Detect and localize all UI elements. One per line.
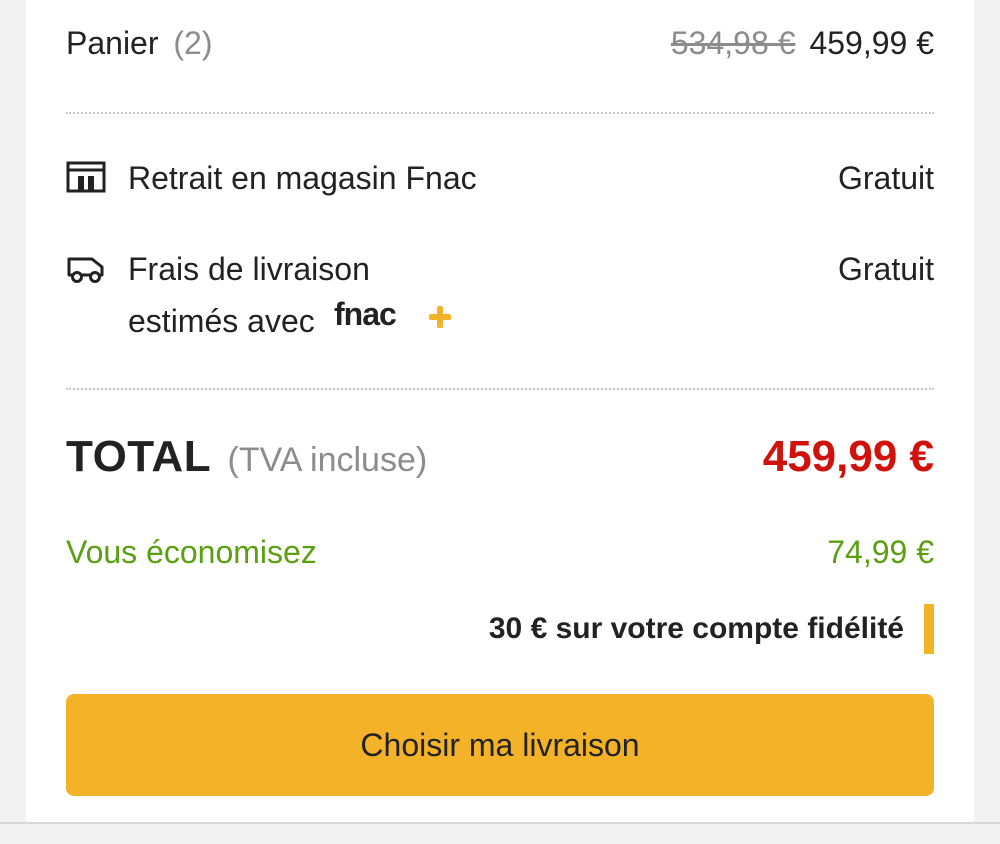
cart-price: 459,99 € [809,25,934,61]
cart-price-group: 534,98 € 459,99 € [671,17,934,69]
cart-label: Panier [66,25,159,61]
cart-label-group: Panier (2) [66,17,213,69]
delivery-value: Gratuit [837,251,934,287]
delivery-row: Frais de livraison estimés avec fnac Gra… [66,243,934,347]
cart-old-price: 534,98 € [670,25,796,61]
pickup-value: Gratuit [837,160,934,196]
pickup-label: Retrait en magasin Fnac [128,160,477,196]
savings-row: Vous économisez 74,99 € [66,526,934,578]
total-row: TOTAL (TVA incluse) 459,99 € [66,426,934,488]
choose-delivery-button[interactable]: Choisir ma livraison [66,694,934,796]
cart-row: Panier (2) 534,98 € 459,99 € [66,17,934,69]
bottom-divider [0,822,1000,824]
total-label: TOTAL [66,432,212,481]
total-tax-note: (TVA incluse) [227,441,428,479]
separator [66,388,934,390]
delivery-label-text: estimés avec [128,303,315,339]
cart-count: (2) [173,25,213,61]
delivery-label: Frais de livraison estimés avec fnac [128,243,458,347]
separator [66,112,934,114]
pickup-row: Retrait en magasin Fnac Gratuit [66,152,934,204]
pickup-label-group: Retrait en magasin Fnac [66,152,477,204]
loyalty-accent-bar [924,604,934,654]
order-summary-card: Panier (2) 534,98 € 459,99 € Retrait en m… [26,0,974,822]
truck-icon [66,243,108,347]
delivery-label-group: Frais de livraison estimés avec fnac [66,243,458,347]
loyalty-text: 30 € sur votre compte fidélité [488,612,904,645]
store-icon [66,152,108,204]
savings-value: 74,99 € [827,534,934,570]
total-label-group: TOTAL (TVA incluse) [66,432,427,482]
savings-label: Vous économisez [66,534,317,570]
delivery-label-line2: estimés avec fnac [128,295,458,347]
fnac-plus-logo: fnac [334,295,458,347]
loyalty-note: 30 € sur votre compte fidélité [489,604,934,654]
total-value: 459,99 € [762,432,934,481]
delivery-label-line1: Frais de livraison [128,251,370,287]
svg-text:fnac: fnac [334,300,396,332]
